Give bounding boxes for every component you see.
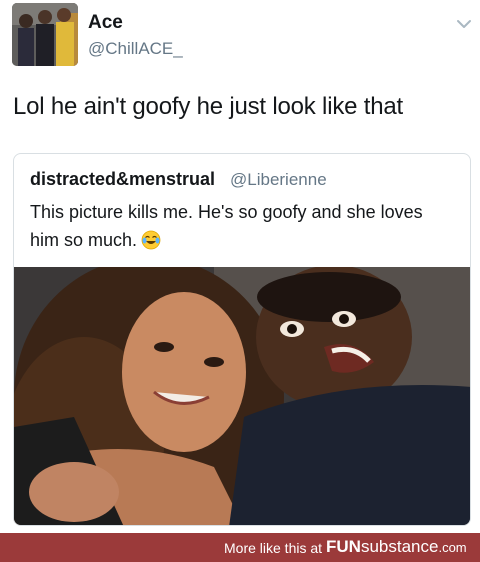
tweet-text: Lol he ain't goofy he just look like tha…: [13, 93, 403, 120]
quoted-tweet-text: This picture kills me. He's so goofy and…: [30, 198, 450, 258]
quoted-tweet-card[interactable]: distracted&menstrual @Liberienne This pi…: [13, 153, 471, 526]
footer-banner[interactable]: More like this at FUNsubstance.com: [0, 533, 480, 562]
avatar-photo: [12, 3, 78, 66]
display-name[interactable]: Ace: [88, 12, 123, 34]
couple-selfie-photo: [14, 257, 470, 525]
avatar[interactable]: [12, 3, 78, 66]
user-handle[interactable]: @ChillACE_: [88, 39, 183, 59]
chevron-down-icon[interactable]: [453, 13, 475, 35]
logo-thin-part: substance: [360, 537, 439, 556]
quoted-tweet-text-body: This picture kills me. He's so goofy and…: [30, 202, 423, 250]
tears-of-joy-emoji-icon: [141, 230, 161, 258]
tweet-header: Ace @ChillACE_: [0, 0, 480, 72]
funsubstance-logo[interactable]: FUNsubstance.com: [326, 537, 467, 557]
logo-domain-part: .com: [438, 540, 467, 555]
logo-bold-part: FUN: [326, 537, 361, 556]
footer-prefix-text: More like this at: [224, 540, 323, 556]
quoted-user-handle: @Liberienne: [230, 170, 327, 189]
quoted-tweet-photo[interactable]: [14, 257, 470, 525]
quoted-display-name: distracted&menstrual: [30, 169, 216, 189]
